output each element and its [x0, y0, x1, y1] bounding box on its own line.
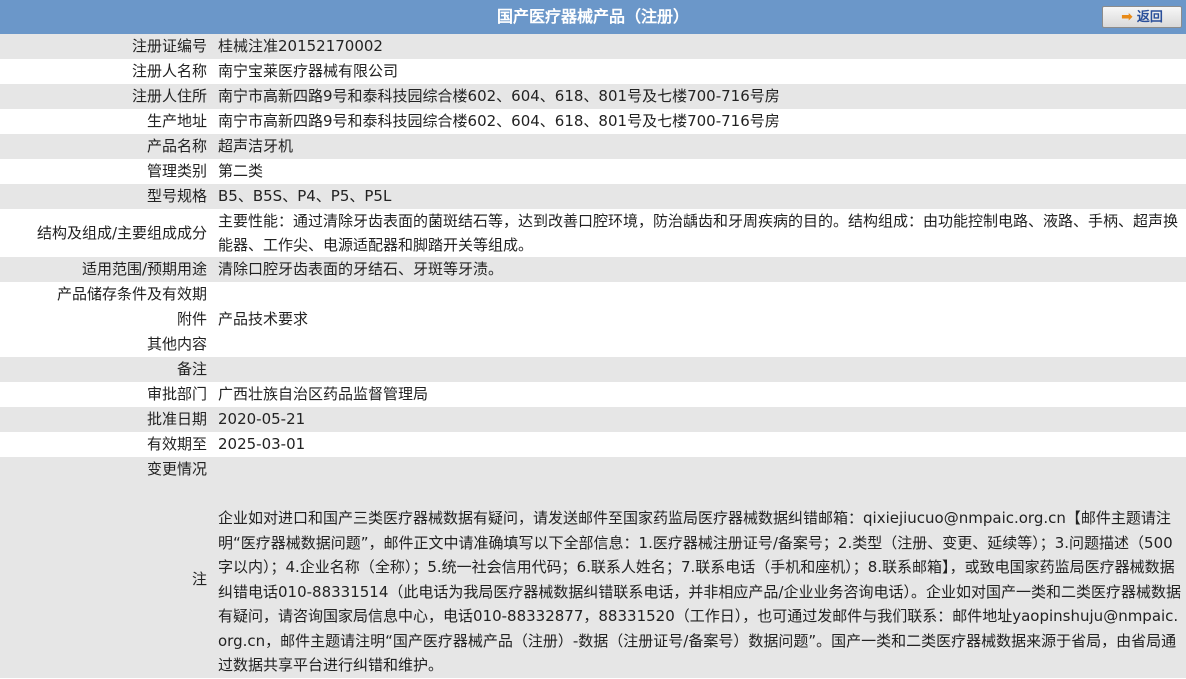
field-value: 广西壮族自治区药品监督管理局 [218, 385, 429, 403]
table-row: 注册人名称 南宁宝莱医疗器械有限公司 [0, 59, 1186, 84]
notice-text: 企业如对进口和国产三类医疗器械数据有疑问，请发送邮件至国家药监局医疗器械数据纠错… [213, 482, 1186, 678]
field-label: 适用范围/预期用途 [0, 257, 213, 282]
notice-label: 注 [0, 482, 213, 678]
table-row: 其他内容 [0, 332, 1186, 357]
table-row: 生产地址 南宁市高新四路9号和泰科技园综合楼602、604、618、801号及七… [0, 109, 1186, 134]
field-label: 注册人名称 [131, 62, 207, 80]
field-label: 产品名称 [0, 134, 213, 159]
field-value: 第二类 [218, 162, 264, 180]
field-label: 结构及组成/主要组成成分 [36, 223, 207, 242]
table-row: 适用范围/预期用途 清除口腔牙齿表面的牙结石、牙斑等牙渍。 [0, 257, 1186, 282]
field-label: 附件 [176, 310, 207, 328]
table-row: 型号规格 B5、B5S、P4、P5、P5L [0, 184, 1186, 209]
field-label: 有效期至 [146, 435, 207, 453]
table-row: 变更情况 [0, 457, 1186, 482]
field-label: 生产地址 [146, 112, 207, 130]
table-row: 管理类别 第二类 [0, 159, 1186, 184]
table-row: 备注 [0, 357, 1186, 382]
field-label: 管理类别 [146, 162, 207, 180]
field-value: 南宁宝莱医疗器械有限公司 [218, 62, 399, 80]
table-row: 结构及组成/主要组成成分 主要性能：通过清除牙齿表面的菌斑结石等，达到改善口腔环… [0, 209, 1186, 257]
table-row: 有效期至 2025-03-01 [0, 432, 1186, 457]
field-value [213, 282, 1186, 307]
field-label: 注册人住所 [0, 84, 213, 109]
table-row: 批准日期 2020-05-21 [0, 407, 1186, 432]
field-label: 其他内容 [146, 335, 207, 353]
field-label: 变更情况 [0, 457, 213, 482]
field-label: 注册证编号 [0, 34, 213, 59]
table-row: 产品名称 超声洁牙机 [0, 134, 1186, 159]
back-button[interactable]: ➡ 返回 [1102, 6, 1182, 28]
field-value: 南宁市高新四路9号和泰科技园综合楼602、604、618、801号及七楼700-… [218, 112, 780, 130]
field-value [213, 357, 1186, 382]
page-title: 国产医疗器械产品（注册） [496, 7, 689, 26]
field-value: 南宁市高新四路9号和泰科技园综合楼602、604、618、801号及七楼700-… [213, 84, 1186, 109]
field-value [213, 332, 1186, 357]
table-row: 注册证编号 桂械注准20152170002 [0, 34, 1186, 59]
notice-row: 注 企业如对进口和国产三类医疗器械数据有疑问，请发送邮件至国家药监局医疗器械数据… [0, 482, 1186, 678]
page-header: 国产医疗器械产品（注册） ➡ 返回 [0, 0, 1186, 34]
field-value: 主要性能：通过清除牙齿表面的菌斑结石等，达到改善口腔环境，防治龋齿和牙周疾病的目… [218, 212, 1179, 254]
field-value: 清除口腔牙齿表面的牙结石、牙斑等牙渍。 [213, 257, 1186, 282]
field-value: 桂械注准20152170002 [213, 34, 1186, 59]
table-row: 注册人住所 南宁市高新四路9号和泰科技园综合楼602、604、618、801号及… [0, 84, 1186, 109]
field-label: 产品储存条件及有效期 [56, 285, 207, 303]
table-row: 审批部门 广西壮族自治区药品监督管理局 [0, 382, 1186, 407]
field-value: 2020-05-21 [213, 407, 1186, 432]
table-row: 产品储存条件及有效期 [0, 282, 1186, 307]
arrow-right-icon: ➡ [1121, 9, 1133, 25]
back-button-label: 返回 [1136, 10, 1163, 25]
field-label: 型号规格 [0, 184, 213, 209]
field-value [213, 457, 1186, 482]
field-value: 产品技术要求 [218, 310, 309, 328]
field-label: 备注 [0, 357, 213, 382]
field-value: 超声洁牙机 [213, 134, 1186, 159]
table-row: 附件 产品技术要求 [0, 307, 1186, 332]
field-label: 批准日期 [0, 407, 213, 432]
field-value: 2025-03-01 [218, 435, 306, 453]
field-label: 审批部门 [146, 385, 207, 403]
field-value: B5、B5S、P4、P5、P5L [213, 184, 1186, 209]
detail-table: 注册证编号 桂械注准20152170002 注册人名称 南宁宝莱医疗器械有限公司… [0, 34, 1186, 678]
